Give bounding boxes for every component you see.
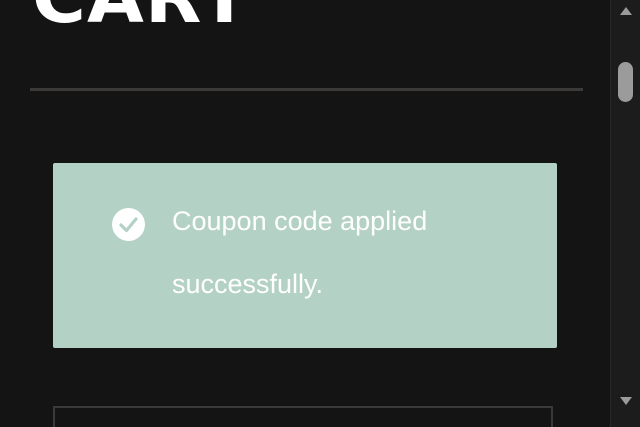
- page-title: CART: [32, 0, 250, 40]
- vertical-scrollbar[interactable]: [610, 0, 640, 427]
- chevron-up-icon[interactable]: [611, 6, 640, 30]
- chevron-down-icon[interactable]: [611, 396, 640, 420]
- cart-page: CART Coupon code applied successfully.: [0, 0, 640, 427]
- scrollbar-thumb[interactable]: [618, 62, 633, 102]
- coupon-form-box: [53, 406, 553, 427]
- notice-message: Coupon code applied successfully.: [172, 206, 428, 299]
- check-circle-icon: [112, 208, 145, 241]
- cart-content: CART Coupon code applied successfully.: [0, 0, 610, 427]
- title-divider: [30, 88, 583, 91]
